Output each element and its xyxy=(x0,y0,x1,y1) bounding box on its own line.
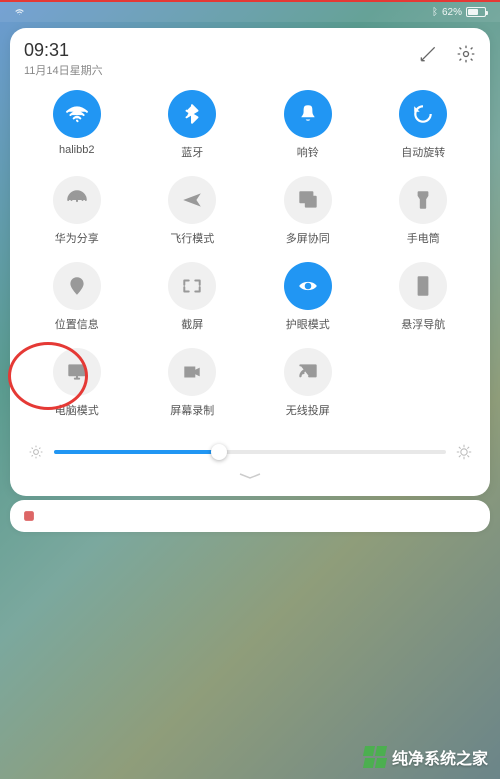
toggle-airplane[interactable]: 飞行模式 xyxy=(140,176,246,246)
location-icon[interactable] xyxy=(53,262,101,310)
eyecare-icon[interactable] xyxy=(284,262,332,310)
toggle-label-share: 华为分享 xyxy=(55,230,99,246)
toggle-bluetooth[interactable]: 蓝牙 xyxy=(140,90,246,160)
toggle-label-cast: 无线投屏 xyxy=(286,402,330,418)
watermark-text: 纯净系统之家 xyxy=(392,745,488,769)
toggle-label-bluetooth: 蓝牙 xyxy=(181,144,203,160)
airplane-icon[interactable] xyxy=(168,176,216,224)
cast-icon[interactable] xyxy=(284,348,332,396)
toggle-label-sound: 响铃 xyxy=(297,144,319,160)
share-icon[interactable] xyxy=(53,176,101,224)
wifi-icon[interactable] xyxy=(53,90,101,138)
toggle-multiscreen[interactable]: 多屏协同 xyxy=(255,176,361,246)
toggle-share[interactable]: 华为分享 xyxy=(24,176,130,246)
toggle-label-floatnav: 悬浮导航 xyxy=(401,316,445,332)
toggle-wifi[interactable]: halibb2 xyxy=(24,90,130,156)
clock-date: 11月14日星期六 xyxy=(24,62,418,78)
brightness-slider[interactable] xyxy=(54,450,446,454)
battery-icon xyxy=(466,7,486,17)
quick-settings-panel: 09:31 11月14日星期六 halibb2 蓝牙 响铃 自动旋转华为分享 飞行模式 多… xyxy=(10,28,490,496)
toggle-grid: halibb2 蓝牙 响铃 自动旋转华为分享 飞行模式 多屏协同 手电筒位置信息 截屏 护眼模式… xyxy=(24,90,476,418)
toggle-flashlight[interactable]: 手电筒 xyxy=(371,176,477,246)
toggle-label-flashlight: 手电筒 xyxy=(407,230,440,246)
bluetooth-icon[interactable] xyxy=(168,90,216,138)
watermark-logo-icon xyxy=(364,746,386,768)
toggle-label-rotate: 自动旋转 xyxy=(401,144,445,160)
screenshot-icon[interactable] xyxy=(168,262,216,310)
toggle-label-screenshot: 截屏 xyxy=(181,316,203,332)
notification-card[interactable] xyxy=(10,500,490,532)
rotate-icon[interactable] xyxy=(399,90,447,138)
edit-icon[interactable] xyxy=(418,44,438,64)
floatnav-icon[interactable] xyxy=(399,262,447,310)
toggle-label-record: 屏幕录制 xyxy=(170,402,214,418)
toggle-rotate[interactable]: 自动旋转 xyxy=(371,90,477,160)
toggle-record[interactable]: 屏幕录制 xyxy=(140,348,246,418)
toggle-cast[interactable]: 无线投屏 xyxy=(255,348,361,418)
notification-app-icon xyxy=(22,509,36,523)
sound-icon[interactable] xyxy=(284,90,332,138)
bluetooth-status-icon: ᛒ xyxy=(432,7,438,18)
record-icon[interactable] xyxy=(168,348,216,396)
drag-handle[interactable] xyxy=(24,472,476,480)
toggle-label-pcmode: 电脑模式 xyxy=(55,402,99,418)
brightness-row xyxy=(24,444,476,460)
wifi-status-icon xyxy=(14,7,25,18)
toggle-label-eyecare: 护眼模式 xyxy=(286,316,330,332)
status-bar: ᛒ 62% xyxy=(0,2,500,22)
watermark: 纯净系统之家 xyxy=(364,745,488,769)
clock-time[interactable]: 09:31 xyxy=(24,40,418,61)
toggle-floatnav[interactable]: 悬浮导航 xyxy=(371,262,477,332)
pcmode-icon[interactable] xyxy=(53,348,101,396)
toggle-screenshot[interactable]: 截屏 xyxy=(140,262,246,332)
panel-header: 09:31 11月14日星期六 xyxy=(24,40,476,78)
toggle-sound[interactable]: 响铃 xyxy=(255,90,361,160)
toggle-label-multiscreen: 多屏协同 xyxy=(286,230,330,246)
flashlight-icon[interactable] xyxy=(399,176,447,224)
toggle-label-airplane: 飞行模式 xyxy=(170,230,214,246)
brightness-high-icon xyxy=(456,444,472,460)
brightness-low-icon xyxy=(28,444,44,460)
gear-icon[interactable] xyxy=(456,44,476,64)
toggle-label-location: 位置信息 xyxy=(55,316,99,332)
toggle-eyecare[interactable]: 护眼模式 xyxy=(255,262,361,332)
toggle-label-wifi: halibb2 xyxy=(59,144,94,156)
battery-percent-text: 62% xyxy=(442,7,462,18)
toggle-pcmode[interactable]: 电脑模式 xyxy=(24,348,130,418)
toggle-location[interactable]: 位置信息 xyxy=(24,262,130,332)
multiscreen-icon[interactable] xyxy=(284,176,332,224)
